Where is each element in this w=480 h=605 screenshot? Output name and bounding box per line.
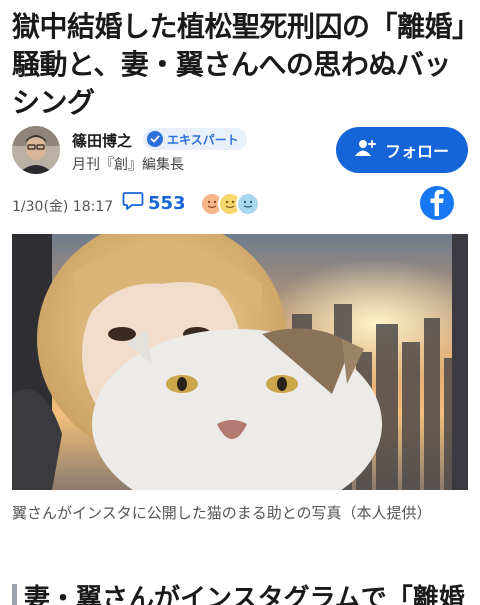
comment-count: 553 (148, 192, 186, 214)
check-icon (147, 131, 163, 147)
author-row: 篠田博之 エキスパート 月刊『創』編集長 フォロー (12, 124, 468, 180)
section-heading: 妻・翼さんがインスタグラムで「離婚 (24, 584, 465, 605)
facebook-share-button[interactable] (420, 186, 454, 220)
author-name[interactable]: 篠田博之 (72, 130, 132, 151)
expert-badge-label: エキスパート (167, 132, 239, 147)
facebook-icon (427, 186, 447, 220)
author-avatar[interactable] (12, 126, 60, 174)
person-add-icon (354, 139, 377, 161)
section-marker (12, 584, 17, 605)
article-photo[interactable] (12, 234, 468, 490)
follow-button[interactable]: フォロー (336, 127, 468, 173)
smile-blue-icon (236, 192, 260, 216)
expert-badge: エキスパート (143, 128, 247, 150)
speech-bubble-icon (122, 191, 144, 215)
reactions[interactable] (200, 192, 270, 216)
publish-date: 1/30(金) 18:17 (12, 199, 114, 215)
comment-link[interactable]: 553 (122, 191, 186, 215)
follow-button-label: フォロー (384, 142, 449, 161)
author-affiliation: 月刊『創』編集長 (72, 157, 184, 173)
photo-caption: 翼さんがインスタに公開した猫のまる助との写真（本人提供） (12, 504, 432, 522)
article-title: 獄中結婚した植松聖死刑囚の「離婚」騒動と、妻・翼さんへの思わぬバッシング (12, 10, 466, 119)
article-meta: 1/30(金) 18:17 553 (12, 186, 468, 222)
